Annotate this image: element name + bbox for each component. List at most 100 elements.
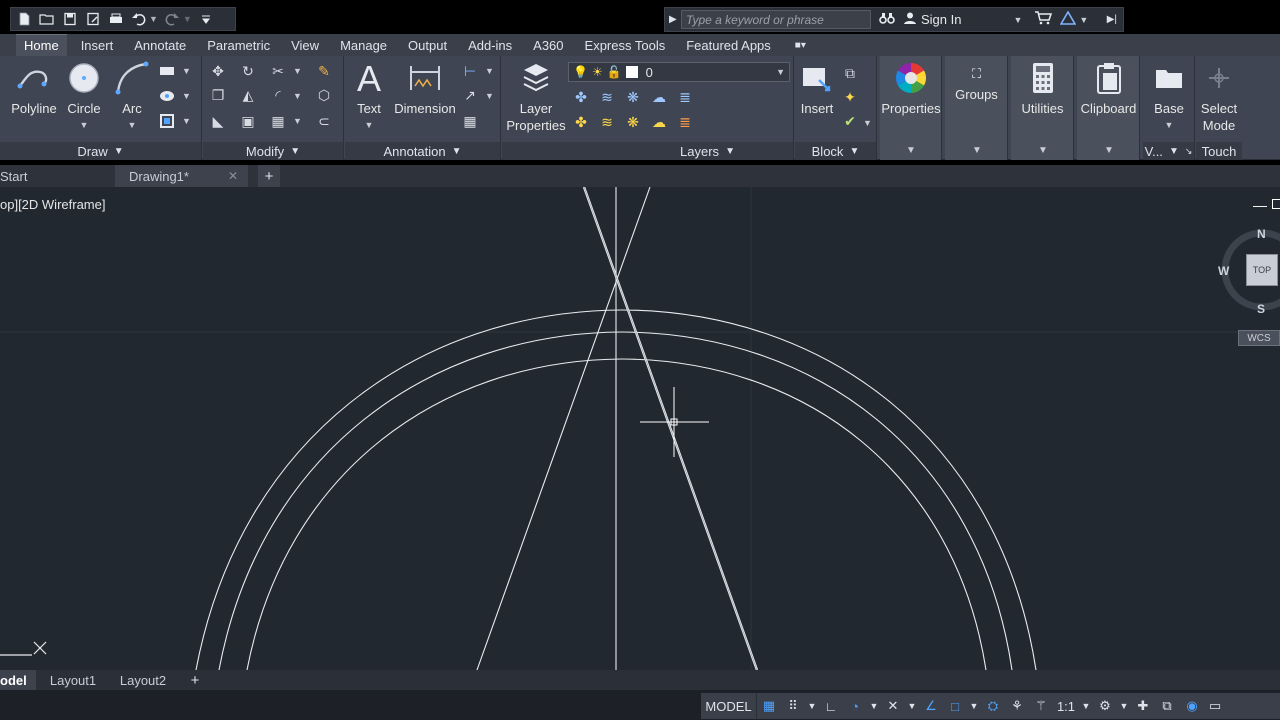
save-as-icon[interactable] (84, 11, 101, 28)
layer-tool-6-icon[interactable]: ✤ (572, 113, 590, 131)
user-icon[interactable] (903, 11, 917, 28)
new-layout-button[interactable]: + (184, 670, 206, 690)
offset-icon[interactable]: ⊂ (315, 112, 333, 130)
table-icon[interactable]: ▦ (461, 112, 479, 130)
scale-icon[interactable]: ▣ (239, 112, 257, 130)
polar-tracking-icon[interactable]: ◔ (843, 693, 867, 719)
circle-dropdown-icon[interactable]: ▼ (80, 117, 89, 134)
layer-tool-7-icon[interactable]: ≋ (598, 113, 616, 131)
text-dropdown-icon[interactable]: ▼ (365, 117, 374, 134)
ribbon-options-icon[interactable]: ■▾ (787, 34, 814, 56)
left-construction-line[interactable] (476, 187, 651, 670)
linear-dimension-dropdown-icon[interactable]: ▼ (485, 66, 494, 76)
tab-manage[interactable]: Manage (332, 34, 395, 56)
object-snap-dropdown-icon[interactable]: ▼ (967, 693, 981, 719)
annotation-scale-value[interactable]: 1:1 (1053, 693, 1079, 719)
new-tab-button[interactable]: + (258, 165, 280, 187)
groups-dropdown-icon[interactable]: ▼ (972, 145, 982, 156)
tab-output[interactable]: Output (400, 34, 455, 56)
erase-icon[interactable]: ✎ (315, 62, 333, 80)
compass-north[interactable]: N (1257, 227, 1266, 241)
properties-button[interactable]: Properties (880, 60, 942, 117)
block-attribute-dropdown-icon[interactable]: ▼ (863, 118, 872, 128)
tab-layout1[interactable]: Layout1 (40, 670, 106, 690)
workspace-dropdown-icon[interactable]: ▼ (1117, 693, 1131, 719)
tab-drawing1[interactable]: Drawing1* ✕ (115, 165, 248, 187)
leader-dropdown-icon[interactable]: ▼ (485, 91, 494, 101)
layer-tool-5-icon[interactable]: ≣ (676, 88, 694, 106)
fillet-dropdown-icon[interactable]: ▼ (293, 91, 302, 101)
wcs-menu[interactable]: WCS (1238, 330, 1280, 346)
rectangle-dropdown-icon[interactable]: ▼ (182, 66, 191, 76)
object-snap-icon[interactable]: □ (943, 693, 967, 719)
base-dropdown-icon[interactable]: ▼ (1165, 117, 1174, 134)
minimize-viewport-icon[interactable]: — (1253, 197, 1267, 213)
rectangle-icon[interactable] (158, 62, 176, 80)
move-icon[interactable]: ✥ (209, 62, 227, 80)
units-icon[interactable]: ⧉ (1155, 693, 1179, 719)
auto-scale-icon[interactable]: ⚘ (1005, 693, 1029, 719)
plot-icon[interactable] (107, 11, 124, 28)
viewport-controls-label[interactable]: op][2D Wireframe] (0, 197, 105, 212)
arc-button[interactable]: Arc ▼ (112, 60, 152, 134)
clipboard-dropdown-icon[interactable]: ▼ (1104, 145, 1114, 156)
fillet-icon[interactable]: ◜ (269, 86, 287, 104)
layer-tool-9-icon[interactable]: ☁ (650, 113, 668, 131)
snap-dropdown-icon[interactable]: ▼ (805, 693, 819, 719)
close-tab-icon[interactable]: ✕ (228, 169, 238, 183)
trim-icon[interactable]: ✂ (269, 62, 287, 80)
object-snap-tracking-icon[interactable]: ∠ (919, 693, 943, 719)
utilities-dropdown-icon[interactable]: ▼ (1038, 145, 1048, 156)
insert-button[interactable]: Insert (797, 60, 837, 117)
tab-express-tools[interactable]: Express Tools (577, 34, 674, 56)
undo-dropdown-icon[interactable]: ▼ (149, 14, 158, 24)
polyline-button[interactable]: Polyline (10, 60, 58, 117)
tab-model[interactable]: odel (0, 670, 36, 690)
polar-dropdown-icon[interactable]: ▼ (867, 693, 881, 719)
restore-viewport-icon[interactable] (1272, 199, 1280, 209)
sign-in-dropdown-icon[interactable]: ▼ (1013, 15, 1022, 25)
properties-dropdown-icon[interactable]: ▼ (906, 145, 916, 156)
create-block-icon[interactable]: ⧉ (841, 64, 859, 82)
modify-panel-title[interactable]: Modify ▼ (203, 142, 343, 160)
scale-dropdown-icon[interactable]: ▼ (1079, 693, 1093, 719)
save-icon[interactable] (61, 11, 78, 28)
tab-parametric[interactable]: Parametric (199, 34, 278, 56)
a360-icon[interactable] (1060, 10, 1077, 28)
annotation-visibility-icon[interactable]: ⛭ (981, 693, 1005, 719)
isodraft-icon[interactable]: ✕ (881, 693, 905, 719)
grid-icon[interactable]: ▦ (757, 693, 781, 719)
tab-start[interactable]: Start (0, 165, 112, 187)
array-icon[interactable]: ▦ (269, 112, 287, 130)
help-expand-icon[interactable]: ▶| (1107, 14, 1117, 25)
open-folder-icon[interactable] (38, 11, 55, 28)
redo-icon[interactable] (164, 11, 181, 28)
region-icon[interactable] (158, 112, 176, 130)
viewcube-top-face[interactable]: TOP (1246, 254, 1278, 286)
isolate-objects-icon[interactable]: ◉ (1179, 693, 1205, 719)
snap-icon[interactable]: ⠿ (781, 693, 805, 719)
clipboard-button[interactable]: Clipboard (1077, 60, 1140, 117)
dimension-button[interactable]: Dimension (393, 60, 457, 117)
layer-dropdown[interactable]: 💡 ☀ 🔓 0 ▼ (568, 62, 790, 82)
tab-featured-apps[interactable]: Featured Apps (678, 34, 779, 56)
viewcube[interactable]: N W S TOP WCS (1218, 226, 1280, 350)
sign-in-label[interactable]: Sign In (921, 12, 961, 27)
explode-icon[interactable]: ⬡ (315, 86, 333, 104)
mirror-icon[interactable]: ◭ (239, 86, 257, 104)
trim-dropdown-icon[interactable]: ▼ (293, 66, 302, 76)
utilities-button[interactable]: Utilities (1011, 60, 1074, 117)
annotation-monitor-icon[interactable]: ✚ (1131, 693, 1155, 719)
tab-add-ins[interactable]: Add-ins (460, 34, 520, 56)
block-panel-title[interactable]: Block ▼ (795, 142, 876, 160)
expand-search-icon[interactable]: ▶ (669, 14, 677, 25)
tab-home[interactable]: Home (16, 34, 67, 56)
ortho-icon[interactable]: ∟ (819, 693, 843, 719)
customize-statusbar-icon[interactable]: ▭ (1205, 693, 1225, 719)
layers-panel-title[interactable]: Layers ▼ (502, 142, 793, 160)
drawing-canvas[interactable]: op][2D Wireframe] — N W S TOP WCS (0, 187, 1280, 670)
annotation-panel-title[interactable]: Annotation ▼ (345, 142, 500, 160)
tab-annotate[interactable]: Annotate (126, 34, 194, 56)
array-dropdown-icon[interactable]: ▼ (293, 116, 302, 126)
layer-tool-8-icon[interactable]: ❋ (624, 113, 642, 131)
